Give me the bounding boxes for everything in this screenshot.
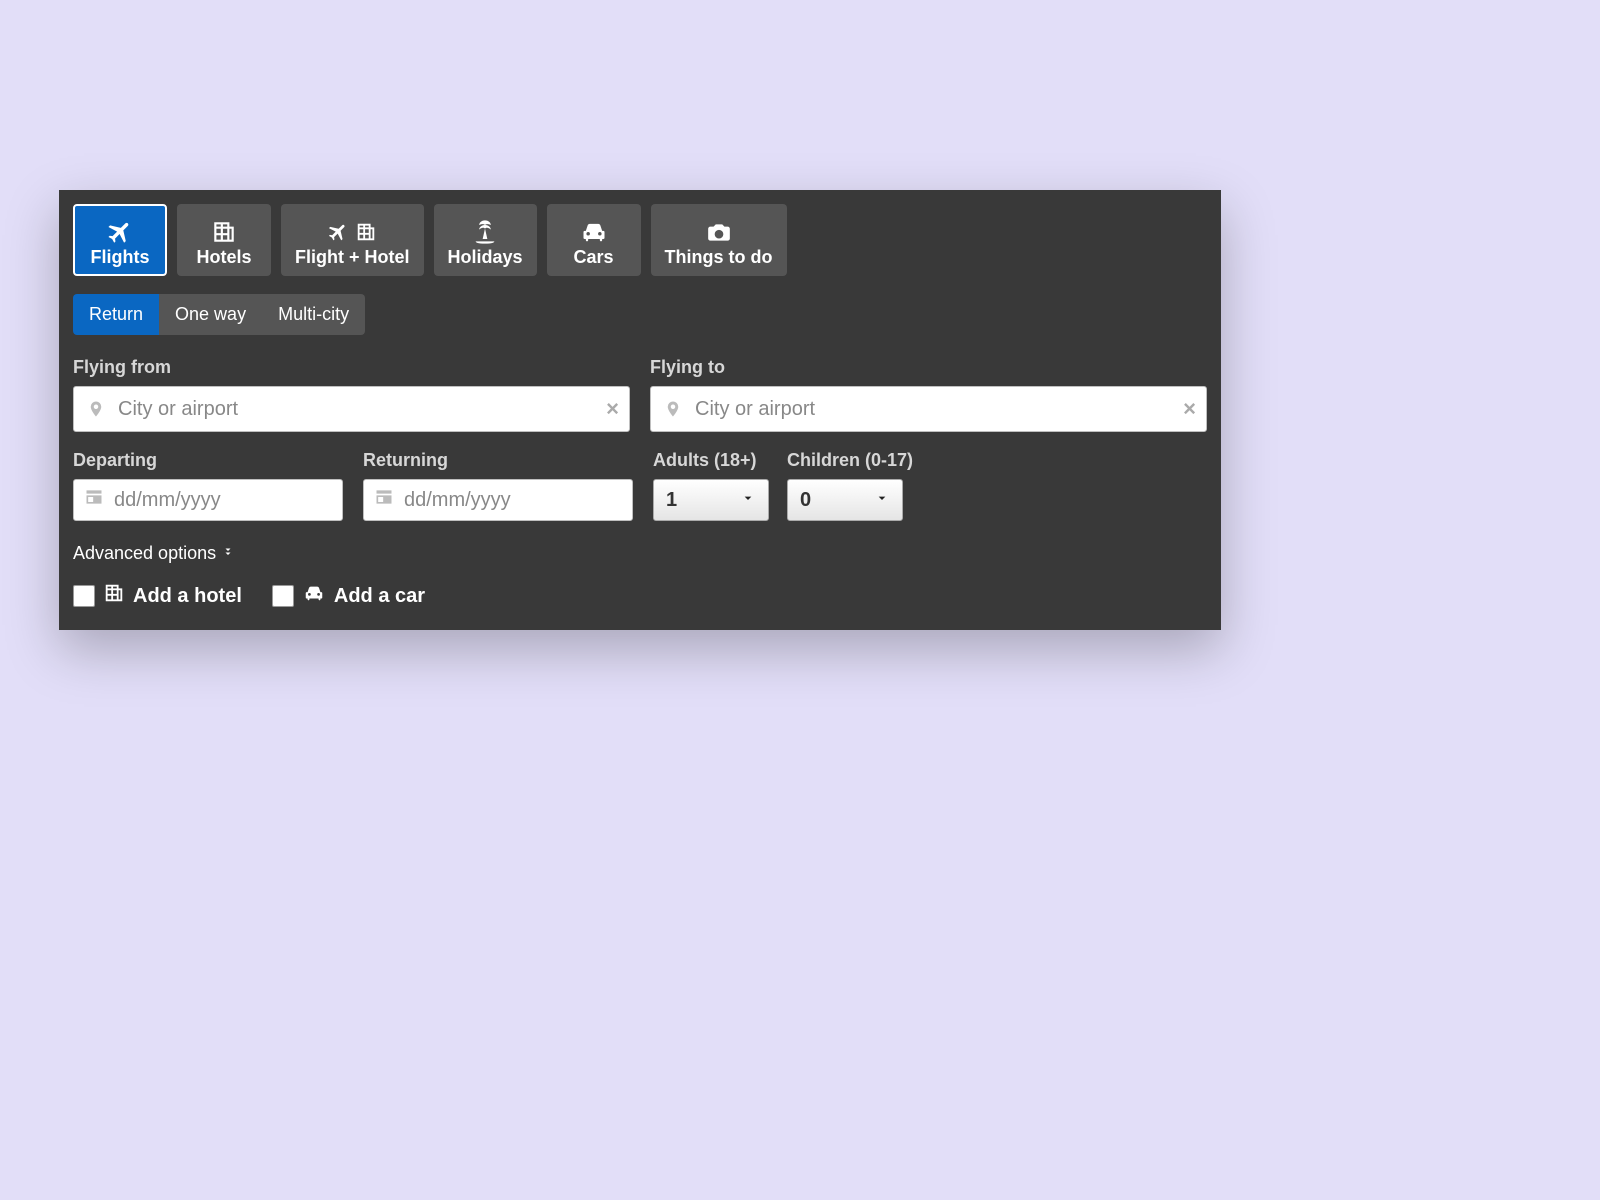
tab-holidays-label: Holidays	[448, 247, 523, 268]
add-hotel-label: Add a hotel	[133, 585, 242, 608]
tab-things[interactable]: Things to do	[651, 204, 787, 276]
tab-things-label: Things to do	[665, 247, 773, 268]
building-icon	[211, 217, 237, 247]
car-icon	[302, 582, 326, 610]
add-car-label: Add a car	[334, 585, 425, 608]
chevron-down-icon	[874, 490, 890, 511]
tab-flight-hotel-label: Flight + Hotel	[295, 247, 410, 268]
children-select[interactable]: 0	[787, 479, 903, 521]
camera-icon	[706, 217, 732, 247]
adults-value: 1	[666, 489, 677, 512]
to-input[interactable]: City or airport ×	[650, 386, 1207, 432]
tab-cars[interactable]: Cars	[547, 204, 641, 276]
children-value: 0	[800, 489, 811, 512]
clear-from-icon[interactable]: ×	[606, 396, 619, 422]
pin-icon	[84, 398, 108, 420]
car-icon	[580, 217, 608, 247]
to-label: Flying to	[650, 357, 1207, 378]
checkbox-box	[272, 585, 294, 607]
category-tabs: Flights Hotels Flight + Hotel Holidays	[73, 204, 1207, 276]
adults-select[interactable]: 1	[653, 479, 769, 521]
trip-type-tabs: Return One way Multi-city	[73, 294, 1207, 335]
clear-to-icon[interactable]: ×	[1183, 396, 1196, 422]
returning-input[interactable]: dd/mm/yyyy	[363, 479, 633, 521]
tab-hotels[interactable]: Hotels	[177, 204, 271, 276]
plane-icon	[106, 217, 134, 247]
calendar-icon	[84, 487, 104, 513]
departing-placeholder: dd/mm/yyyy	[114, 489, 221, 512]
trip-return[interactable]: Return	[73, 294, 159, 335]
advanced-label: Advanced options	[73, 543, 216, 564]
from-label: Flying from	[73, 357, 630, 378]
building-icon	[103, 582, 125, 610]
from-placeholder: City or airport	[118, 398, 238, 421]
advanced-options-toggle[interactable]: Advanced options	[73, 543, 1207, 564]
palm-icon	[471, 217, 499, 247]
to-placeholder: City or airport	[695, 398, 815, 421]
returning-label: Returning	[363, 450, 633, 471]
trip-oneway[interactable]: One way	[159, 294, 262, 335]
plane-building-icon	[327, 217, 377, 247]
checkbox-box	[73, 585, 95, 607]
tab-holidays[interactable]: Holidays	[434, 204, 537, 276]
pin-icon	[661, 398, 685, 420]
double-chevron-icon	[222, 543, 234, 564]
tab-hotels-label: Hotels	[196, 247, 251, 268]
tab-cars-label: Cars	[574, 247, 614, 268]
calendar-icon	[374, 487, 394, 513]
add-hotel-checkbox[interactable]: Add a hotel	[73, 582, 242, 610]
from-input[interactable]: City or airport ×	[73, 386, 630, 432]
tab-flights-label: Flights	[91, 247, 150, 268]
departing-input[interactable]: dd/mm/yyyy	[73, 479, 343, 521]
search-panel: Flights Hotels Flight + Hotel Holidays	[59, 190, 1221, 630]
adults-label: Adults (18+)	[653, 450, 769, 471]
chevron-down-icon	[740, 490, 756, 511]
departing-label: Departing	[73, 450, 343, 471]
tab-flight-hotel[interactable]: Flight + Hotel	[281, 204, 424, 276]
add-car-checkbox[interactable]: Add a car	[272, 582, 425, 610]
tab-flights[interactable]: Flights	[73, 204, 167, 276]
trip-multi[interactable]: Multi-city	[262, 294, 365, 335]
returning-placeholder: dd/mm/yyyy	[404, 489, 511, 512]
children-label: Children (0-17)	[787, 450, 913, 471]
